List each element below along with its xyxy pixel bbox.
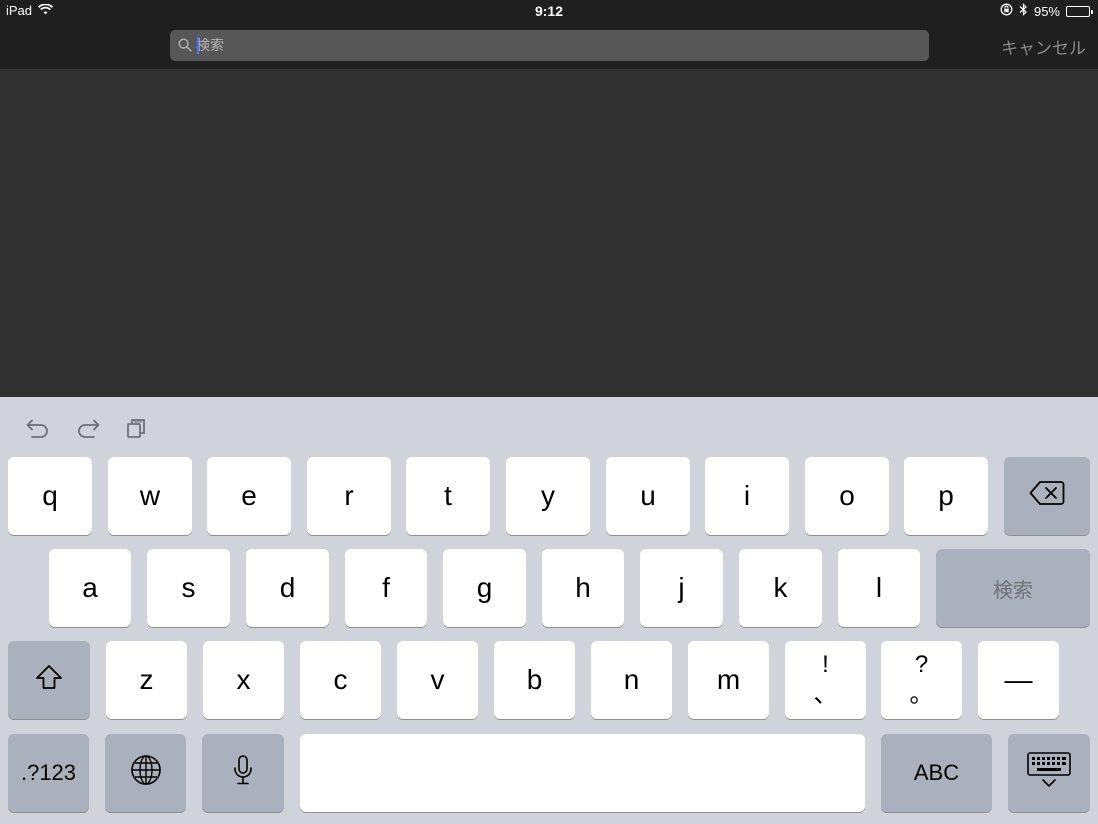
bluetooth-icon: [1019, 3, 1028, 19]
key-s[interactable]: s: [147, 549, 230, 627]
hide-keyboard-icon: [1026, 751, 1072, 796]
key-p[interactable]: p: [904, 457, 988, 535]
key-t[interactable]: t: [406, 457, 490, 535]
abc-key[interactable]: ABC: [881, 734, 992, 812]
key-g[interactable]: g: [443, 549, 526, 627]
paste-icon: [124, 416, 148, 445]
space-key[interactable]: [300, 734, 865, 812]
cancel-button[interactable]: キャンセル: [1001, 34, 1086, 59]
numbers-key[interactable]: .?123: [8, 734, 89, 812]
key-j[interactable]: j: [640, 549, 723, 627]
key-n[interactable]: n: [591, 641, 672, 719]
shift-key[interactable]: [8, 641, 90, 719]
status-time: 9:12: [534, 3, 564, 19]
key-question[interactable]: ? 。: [881, 641, 962, 719]
battery-icon: [1066, 5, 1093, 17]
key-e[interactable]: e: [207, 457, 291, 535]
shift-icon: [34, 663, 64, 698]
key-exclamation[interactable]: ! 、: [785, 641, 866, 719]
search-results-area: [0, 69, 1098, 397]
status-right: 95%: [1000, 3, 1093, 19]
paste-button[interactable]: [122, 417, 150, 443]
hide-keyboard-key[interactable]: [1008, 734, 1090, 812]
key-a[interactable]: a: [49, 549, 131, 627]
key-i[interactable]: i: [705, 457, 789, 535]
search-field[interactable]: [170, 30, 929, 61]
key-z[interactable]: z: [106, 641, 187, 719]
key-q[interactable]: q: [8, 457, 92, 535]
undo-icon: [25, 417, 51, 444]
search-icon: [178, 38, 192, 57]
keyboard: q w e r t y u i o p a s d f g h j k l 検索…: [0, 397, 1098, 824]
key-v[interactable]: v: [397, 641, 478, 719]
key-r[interactable]: r: [307, 457, 391, 535]
undo-button[interactable]: [24, 417, 52, 443]
key-exclamation-bottom: 、: [813, 681, 838, 708]
key-question-bottom: 。: [909, 681, 934, 708]
key-w[interactable]: w: [108, 457, 192, 535]
redo-icon: [75, 417, 101, 444]
key-x[interactable]: x: [203, 641, 284, 719]
delete-icon: [1029, 480, 1065, 513]
shortcut-bar: [0, 397, 1098, 457]
text-caret: [197, 37, 199, 54]
microphone-icon: [232, 754, 254, 793]
key-f[interactable]: f: [345, 549, 427, 627]
battery-percent: 95%: [1033, 3, 1060, 19]
status-bar: iPad 9:12 95%: [0, 0, 1098, 22]
redo-button[interactable]: [74, 417, 102, 443]
search-bar: キャンセル: [0, 22, 1098, 69]
key-h[interactable]: h: [542, 549, 624, 627]
key-d[interactable]: d: [246, 549, 329, 627]
key-c[interactable]: c: [300, 641, 381, 719]
globe-key[interactable]: [105, 734, 186, 812]
key-dash[interactable]: —: [978, 641, 1059, 719]
key-o[interactable]: o: [805, 457, 889, 535]
key-m[interactable]: m: [688, 641, 769, 719]
key-y[interactable]: y: [506, 457, 590, 535]
key-exclamation-top: !: [822, 651, 829, 678]
search-input[interactable]: [196, 30, 916, 61]
dictation-key[interactable]: [202, 734, 284, 812]
rotation-lock-icon: [1000, 3, 1013, 19]
key-b[interactable]: b: [494, 641, 575, 719]
key-k[interactable]: k: [739, 549, 822, 627]
key-u[interactable]: u: [606, 457, 690, 535]
globe-icon: [130, 754, 162, 793]
key-question-top: ?: [914, 651, 929, 678]
search-key[interactable]: 検索: [936, 549, 1090, 627]
delete-key[interactable]: [1004, 457, 1090, 535]
key-l[interactable]: l: [838, 549, 920, 627]
